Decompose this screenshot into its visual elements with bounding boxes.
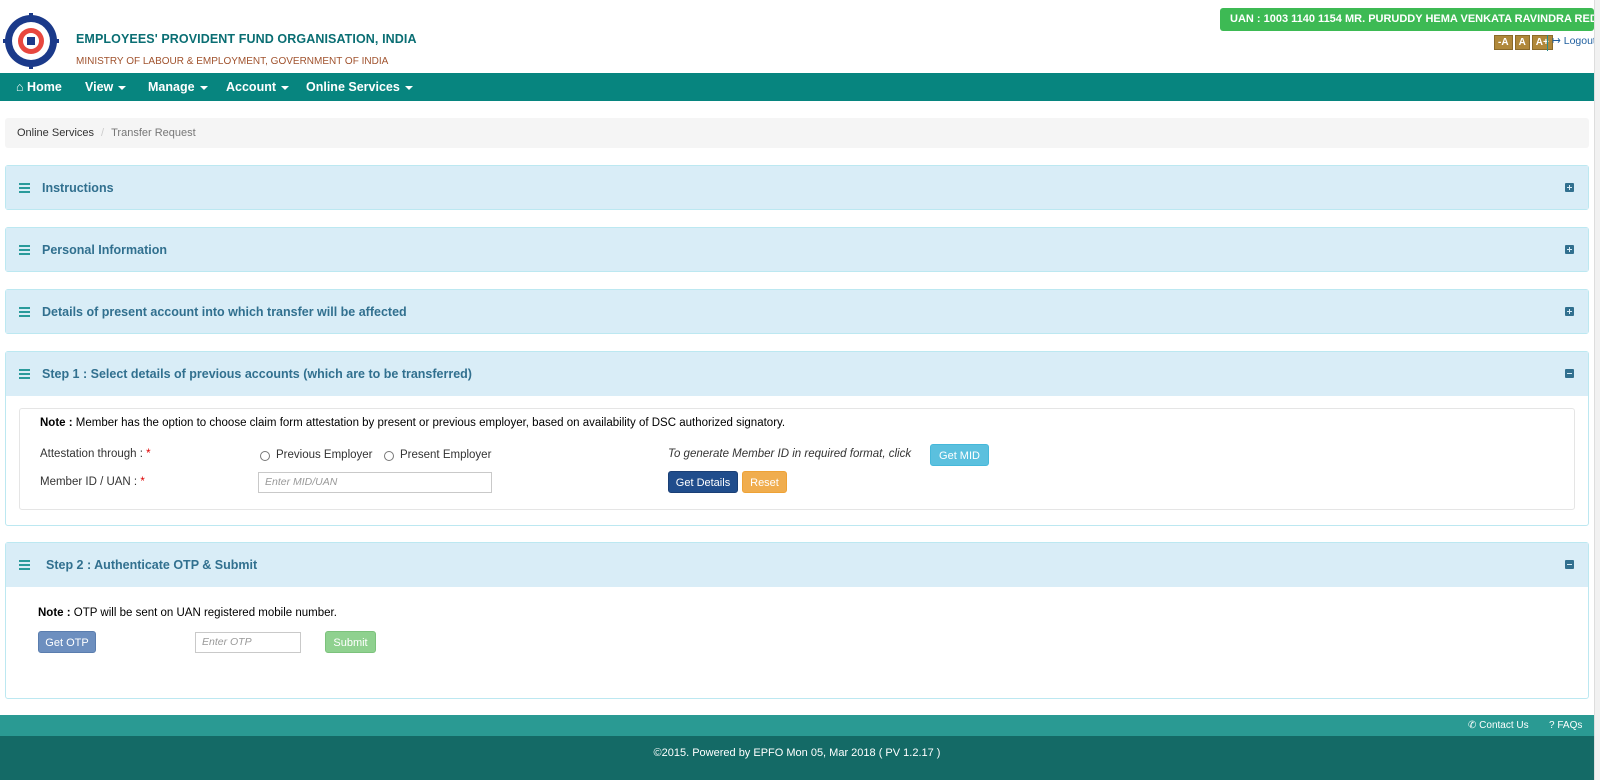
panel-step1-header[interactable]: Step 1 : Select details of previous acco… xyxy=(6,352,1588,396)
nav-view-label: View xyxy=(85,80,114,94)
get-otp-button[interactable]: Get OTP xyxy=(38,631,96,653)
radio-previous-employer[interactable] xyxy=(260,451,270,461)
menu-icon xyxy=(19,307,30,317)
expand-icon[interactable] xyxy=(1565,245,1574,254)
caret-down-icon xyxy=(404,85,413,90)
nav-account[interactable]: Account xyxy=(226,73,289,101)
epfo-logo xyxy=(3,13,59,69)
caret-down-icon xyxy=(118,85,127,90)
nav-manage-label: Manage xyxy=(148,80,195,94)
panel-title: Personal Information xyxy=(42,243,168,257)
panel-personal-information: Personal Information xyxy=(5,227,1589,272)
site-header: EMPLOYEES' PROVIDENT FUND ORGANISATION, … xyxy=(0,0,1600,73)
note-label: Note : xyxy=(38,607,71,619)
faqs-label: FAQs xyxy=(1557,720,1583,731)
required-marker: * xyxy=(146,448,151,460)
expand-icon[interactable] xyxy=(1565,307,1574,316)
phone-icon: ✆ xyxy=(1468,720,1477,731)
collapse-icon[interactable] xyxy=(1565,369,1574,378)
nav-home[interactable]: ⌂ Home xyxy=(16,73,62,101)
panel-title: Step 1 : Select details of previous acco… xyxy=(42,367,472,381)
radio-present-employer-label[interactable]: Present Employer xyxy=(400,449,491,461)
ministry-name: MINISTRY OF LABOUR & EMPLOYMENT, GOVERNM… xyxy=(76,56,389,67)
expand-icon[interactable] xyxy=(1565,183,1574,192)
breadcrumb: Online Services / Transfer Request xyxy=(5,118,1589,148)
logout-link[interactable]: ↦ Logout xyxy=(1547,35,1596,51)
step2-note: Note : OTP will be sent on UAN registere… xyxy=(38,607,337,619)
panel-step2-header[interactable]: Step 2 : Authenticate OTP & Submit xyxy=(6,543,1588,587)
panel-step1: Step 1 : Select details of previous acco… xyxy=(5,351,1589,526)
note-text: Member has the option to choose claim fo… xyxy=(72,417,786,429)
page-scrollbar[interactable] xyxy=(1594,0,1600,780)
nav-home-label: Home xyxy=(27,80,62,94)
panel-step2: Step 2 : Authenticate OTP & Submit Note … xyxy=(5,542,1589,699)
nav-online-services[interactable]: Online Services xyxy=(306,73,413,101)
required-marker: * xyxy=(140,476,145,488)
radio-present-employer[interactable] xyxy=(384,451,394,461)
footer-copyright-bar: ©2015. Powered by EPFO Mon 05, Mar 2018 … xyxy=(0,736,1594,780)
panel-title: Step 2 : Authenticate OTP & Submit xyxy=(46,558,258,572)
question-icon: ? xyxy=(1549,720,1555,731)
copyright-text: ©2015. Powered by EPFO Mon 05, Mar 2018 … xyxy=(653,747,941,759)
panel-present-account: Details of present account into which tr… xyxy=(5,289,1589,334)
nav-manage[interactable]: Manage xyxy=(148,73,208,101)
panel-title: Instructions xyxy=(42,181,114,195)
contact-us-label: Contact Us xyxy=(1479,720,1529,731)
panel-personal-header[interactable]: Personal Information xyxy=(6,228,1588,271)
font-normal-button[interactable]: A xyxy=(1514,35,1530,50)
font-decrease-button[interactable]: -A xyxy=(1494,35,1513,50)
logout-icon: ↦ xyxy=(1552,35,1561,47)
nav-view[interactable]: View xyxy=(85,73,127,101)
get-mid-button[interactable]: Get MID xyxy=(930,444,989,466)
note-label: Note : xyxy=(40,417,73,429)
home-icon: ⌂ xyxy=(16,80,24,94)
nav-account-label: Account xyxy=(226,80,276,94)
uan-banner-text: UAN : 1003 1140 1154 MR. PURUDDY HEMA VE… xyxy=(1230,13,1594,25)
panel-present-account-header[interactable]: Details of present account into which tr… xyxy=(6,290,1588,333)
main-navbar: ⌂ Home View Manage Account Online Servic… xyxy=(0,73,1594,101)
collapse-icon[interactable] xyxy=(1565,560,1574,569)
member-id-label: Member ID / UAN : * xyxy=(40,476,145,488)
org-name: EMPLOYEES' PROVIDENT FUND ORGANISATION, … xyxy=(76,32,417,46)
attestation-label: Attestation through : * xyxy=(40,448,151,460)
footer-links-bar: ✆ Contact Us ? FAQs xyxy=(0,715,1594,736)
reset-button[interactable]: Reset xyxy=(742,471,787,493)
breadcrumb-transfer-request: Transfer Request xyxy=(111,127,196,139)
menu-icon xyxy=(19,183,30,193)
contact-us-link[interactable]: ✆ Contact Us xyxy=(1468,715,1529,736)
member-id-label-text: Member ID / UAN : xyxy=(40,476,141,488)
attestation-label-text: Attestation through : xyxy=(40,448,147,460)
logout-label: Logout xyxy=(1563,35,1596,47)
panel-instructions: Instructions xyxy=(5,165,1589,210)
submit-button[interactable]: Submit xyxy=(325,631,376,653)
font-size-controls: -A A A+ xyxy=(1494,35,1553,50)
menu-icon xyxy=(19,369,30,379)
caret-down-icon xyxy=(281,85,289,90)
panel-instructions-header[interactable]: Instructions xyxy=(6,166,1588,209)
breadcrumb-online-services[interactable]: Online Services xyxy=(17,127,94,139)
generate-mid-text: To generate Member ID in required format… xyxy=(668,448,912,460)
get-details-button[interactable]: Get Details xyxy=(668,471,738,493)
otp-input[interactable]: Enter OTP xyxy=(195,632,301,653)
menu-icon xyxy=(19,245,30,255)
menu-icon xyxy=(19,560,30,570)
note-text: OTP will be sent on UAN registered mobil… xyxy=(70,607,337,619)
caret-down-icon xyxy=(199,85,208,90)
radio-previous-employer-label[interactable]: Previous Employer xyxy=(276,449,373,461)
panel-title: Details of present account into which tr… xyxy=(42,305,407,319)
nav-online-services-label: Online Services xyxy=(306,80,400,94)
breadcrumb-separator: / xyxy=(101,127,105,139)
step1-note: Note : Member has the option to choose c… xyxy=(40,417,785,429)
step1-form: Note : Member has the option to choose c… xyxy=(19,408,1575,510)
member-id-input[interactable]: Enter MID/UAN xyxy=(258,472,492,493)
uan-banner: UAN : 1003 1140 1154 MR. PURUDDY HEMA VE… xyxy=(1220,8,1594,31)
faqs-link[interactable]: ? FAQs xyxy=(1549,715,1582,736)
